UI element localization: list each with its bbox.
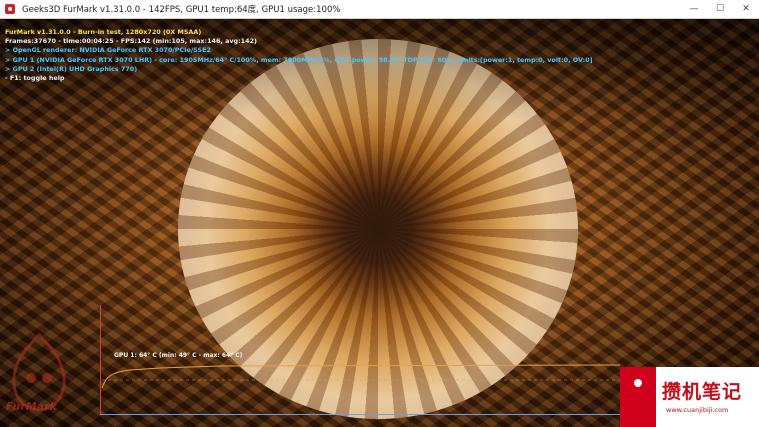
watermark-title: 攒机笔记 — [662, 381, 743, 403]
watermark-badge-icon — [620, 367, 656, 427]
temp-graph-line — [101, 364, 620, 389]
close-button[interactable]: ✕ — [733, 0, 759, 18]
temp-graph-label: GPU 1: 64° C (min: 49° C - max: 64° C) — [114, 352, 243, 359]
hud-renderer-line: > OpenGL renderer: NVIDIA GeForce RTX 30… — [5, 46, 211, 55]
temp-graph-y-axis — [100, 305, 101, 415]
hud-frames-line: Frames:37670 - time:00:04:25 - FPS:142 (… — [5, 37, 257, 46]
hud-gpu1-line: > GPU 1 (NVIDIA GeForce RTX 3070 LHR) - … — [5, 55, 593, 64]
hud-title-line: FurMark v1.31.0.0 - Burn-in test, 1280x7… — [5, 28, 202, 36]
hud-gpu2-line: > GPU 2 (Intel(R) UHD Graphics 770) — [5, 64, 138, 73]
title-bar[interactable]: Geeks3D FurMark v1.31.0.0 - 142FPS, GPU1… — [0, 0, 759, 19]
temp-graph-x-axis — [100, 414, 620, 415]
maximize-button[interactable]: ☐ — [707, 0, 733, 18]
window-title: Geeks3D FurMark v1.31.0.0 - 142FPS, GPU1… — [22, 5, 341, 15]
furmark-app-icon — [5, 4, 15, 14]
furmark-logo-text: FurMark — [6, 400, 57, 413]
hud-help-line: - F1: toggle help — [5, 74, 65, 83]
minimize-button[interactable]: — — [681, 0, 707, 18]
watermark: 攒机笔记 www.cuanjibiji.com — [620, 367, 759, 427]
watermark-url: www.cuanjibiji.com — [666, 406, 729, 414]
hud-overlay: FurMark v1.31.0.0 - Burn-in test, 1280x7… — [5, 28, 593, 83]
window-controls: — ☐ ✕ — [681, 0, 759, 18]
furmark-window: Geeks3D FurMark v1.31.0.0 - 142FPS, GPU1… — [0, 0, 759, 427]
